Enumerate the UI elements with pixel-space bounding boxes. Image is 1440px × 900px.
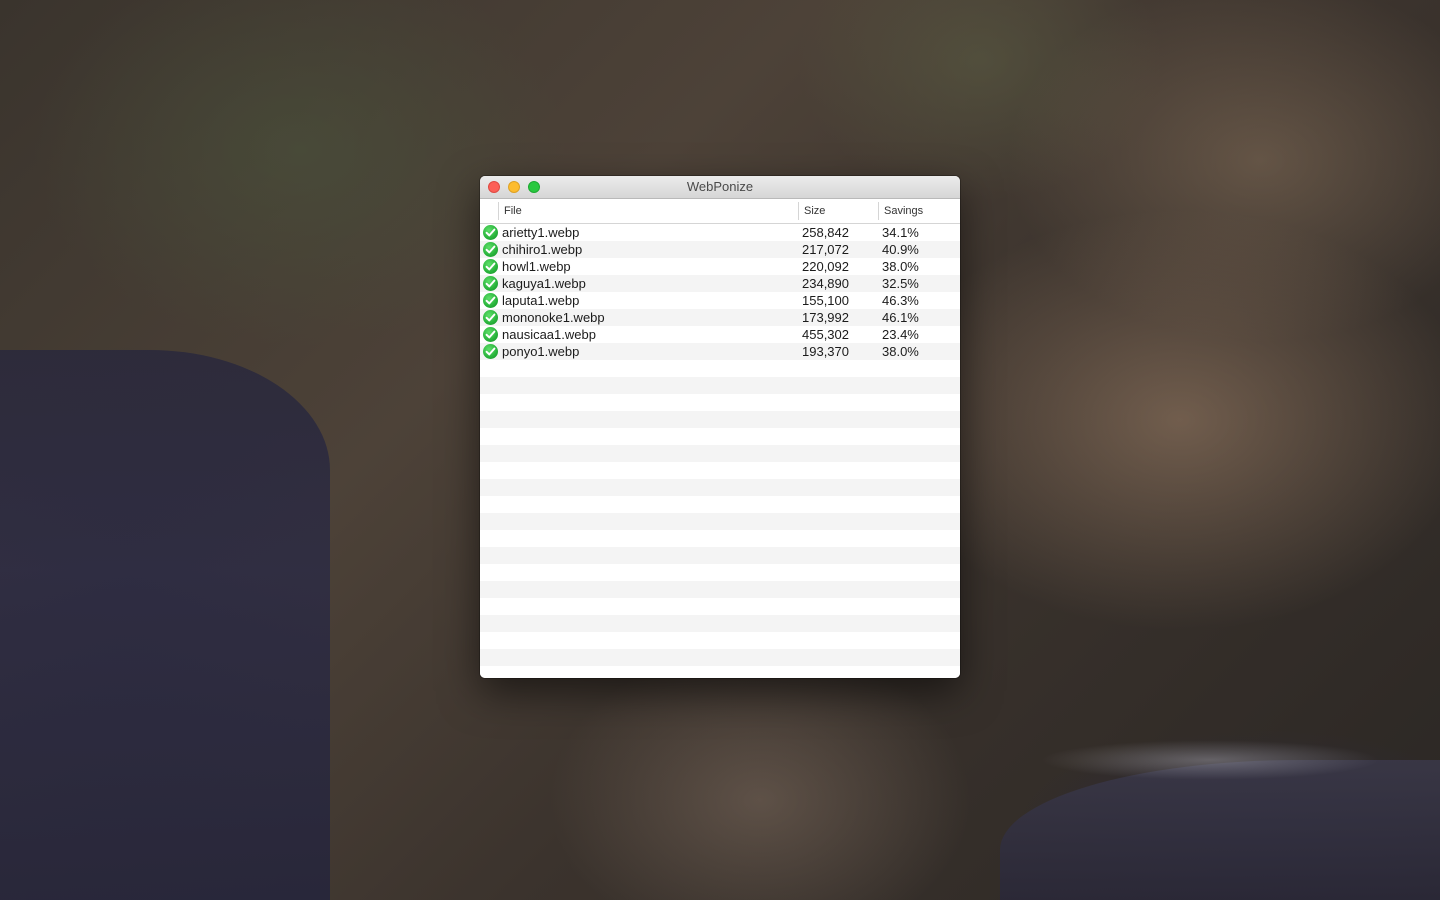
file-size: 193,370 bbox=[802, 344, 849, 359]
file-savings: 23.4% bbox=[882, 327, 919, 342]
file-savings: 38.0% bbox=[882, 259, 919, 274]
file-name: ponyo1.webp bbox=[502, 344, 580, 359]
table-row[interactable]: arietty1.webp 258,842 34.1% bbox=[480, 224, 960, 241]
file-name: howl1.webp bbox=[502, 259, 571, 274]
table-header: File Size Savings bbox=[480, 199, 960, 224]
file-name: laputa1.webp bbox=[502, 293, 580, 308]
column-divider[interactable] bbox=[498, 202, 499, 220]
file-size: 155,100 bbox=[802, 293, 849, 308]
file-size: 455,302 bbox=[802, 327, 849, 342]
check-circle-icon bbox=[483, 276, 498, 291]
file-table: arietty1.webp 258,842 34.1% chihiro1.web… bbox=[480, 224, 960, 678]
check-circle-icon bbox=[483, 310, 498, 325]
check-circle-icon bbox=[483, 259, 498, 274]
file-size: 220,092 bbox=[802, 259, 849, 274]
file-savings: 46.3% bbox=[882, 293, 919, 308]
file-size: 217,072 bbox=[802, 242, 849, 257]
wallpaper-surf bbox=[1040, 740, 1380, 780]
window-title: WebPonize bbox=[686, 179, 754, 194]
check-circle-icon bbox=[483, 344, 498, 359]
table-row[interactable]: kaguya1.webp 234,890 32.5% bbox=[480, 275, 960, 292]
desktop-wallpaper: WebPonize File Size Savings arietty1.web… bbox=[0, 0, 1440, 900]
check-circle-icon bbox=[483, 242, 498, 257]
column-header-savings[interactable]: Savings bbox=[884, 199, 923, 223]
wallpaper-water bbox=[0, 350, 330, 900]
file-savings: 34.1% bbox=[882, 225, 919, 240]
file-savings: 46.1% bbox=[882, 310, 919, 325]
app-window: WebPonize File Size Savings arietty1.web… bbox=[480, 176, 960, 678]
table-row[interactable]: mononoke1.webp 173,992 46.1% bbox=[480, 309, 960, 326]
table-row[interactable]: howl1.webp 220,092 38.0% bbox=[480, 258, 960, 275]
file-name: mononoke1.webp bbox=[502, 310, 605, 325]
file-size: 173,992 bbox=[802, 310, 849, 325]
file-savings: 40.9% bbox=[882, 242, 919, 257]
title-bar[interactable]: WebPonize bbox=[480, 176, 960, 199]
check-circle-icon bbox=[483, 327, 498, 342]
wallpaper-water bbox=[1000, 760, 1440, 900]
file-name: nausicaa1.webp bbox=[502, 327, 596, 342]
file-savings: 38.0% bbox=[882, 344, 919, 359]
column-header-size[interactable]: Size bbox=[804, 199, 825, 223]
file-name: kaguya1.webp bbox=[502, 276, 586, 291]
table-row[interactable]: chihiro1.webp 217,072 40.9% bbox=[480, 241, 960, 258]
column-divider[interactable] bbox=[878, 202, 879, 220]
table-row[interactable]: laputa1.webp 155,100 46.3% bbox=[480, 292, 960, 309]
file-name: chihiro1.webp bbox=[502, 242, 583, 257]
file-name: arietty1.webp bbox=[502, 225, 580, 240]
column-divider[interactable] bbox=[798, 202, 799, 220]
column-header-file[interactable]: File bbox=[504, 199, 522, 223]
file-size: 258,842 bbox=[802, 225, 849, 240]
check-circle-icon bbox=[483, 225, 498, 240]
file-savings: 32.5% bbox=[882, 276, 919, 291]
check-circle-icon bbox=[483, 293, 498, 308]
table-row[interactable]: ponyo1.webp 193,370 38.0% bbox=[480, 343, 960, 360]
file-size: 234,890 bbox=[802, 276, 849, 291]
table-row[interactable]: nausicaa1.webp 455,302 23.4% bbox=[480, 326, 960, 343]
